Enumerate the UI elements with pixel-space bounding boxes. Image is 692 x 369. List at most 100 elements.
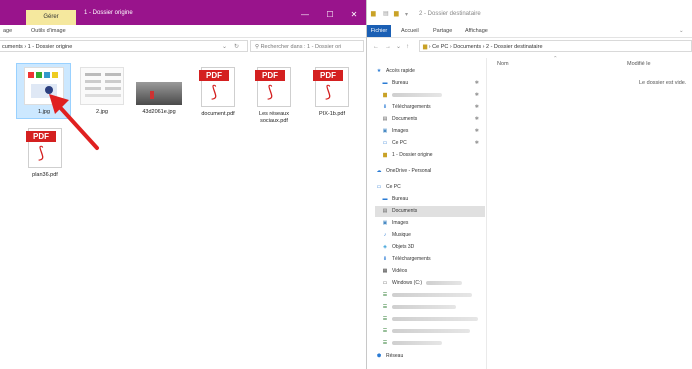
new-folder-icon[interactable]: ▆ — [394, 10, 399, 17]
title-bar[interactable]: ▆ ▤ ▆ ▾ 2 - Dossier destinataire — [367, 0, 692, 26]
pdf-badge: PDF — [313, 70, 343, 81]
destination-window: ▆ ▤ ▆ ▾ 2 - Dossier destinataire Fichier… — [367, 0, 692, 369]
photo-thumbnail — [136, 67, 182, 105]
nav-item[interactable]: ⬇ Téléchargements — [381, 254, 485, 265]
nav-item[interactable]: ▭ Ce PC ✱ — [381, 138, 485, 149]
window-title: 2 - Dossier destinataire — [419, 11, 481, 17]
nav-item-drive[interactable]: ☰ — [381, 314, 485, 325]
nav-item-drive[interactable]: ☰ — [381, 290, 485, 301]
red-arrow-icon — [49, 94, 99, 150]
pdf-badge: PDF — [255, 70, 285, 81]
network-icon: ⬢ — [376, 353, 382, 359]
properties-icon[interactable]: ▤ — [383, 10, 389, 17]
images-icon: ▣ — [382, 220, 388, 226]
refresh-icon[interactable]: ↻ — [234, 40, 239, 54]
documents-icon: ▤ — [382, 116, 388, 122]
blurred-label — [392, 304, 456, 309]
nav-item-drive[interactable]: ☰ — [381, 302, 485, 313]
chevron-down-icon[interactable]: ⌄ — [679, 25, 684, 37]
column-header-name[interactable]: Nom — [497, 61, 509, 67]
nav-item-drive[interactable]: ☰ — [381, 326, 485, 337]
file-name: Les réseaux sociaux.pdf — [259, 111, 289, 124]
nav-item[interactable]: ⬇ Téléchargements ✱ — [381, 102, 485, 113]
file-name: 43d2061e.jpg — [142, 109, 176, 115]
pin-icon: ✱ — [474, 116, 479, 122]
file-item[interactable]: PDF ⟆ PIX-1b.pdf — [304, 67, 360, 118]
breadcrumb-this-pc[interactable]: Ce PC — [432, 44, 448, 50]
file-item[interactable]: 43d2061e.jpg — [131, 67, 187, 116]
folder-icon: ▆ — [383, 92, 387, 98]
network-drive-icon: ☰ — [382, 292, 388, 298]
nav-item[interactable]: ▆ ✱ — [381, 90, 485, 101]
nav-item-selected[interactable]: ▤ Documents — [375, 206, 485, 217]
ribbon-tab-file[interactable]: Fichier — [367, 25, 391, 37]
ribbon-tab-home[interactable]: Accueil — [401, 25, 419, 37]
nav-item[interactable]: ▬ Bureau — [381, 194, 485, 205]
network-drive-icon: ☰ — [382, 304, 388, 310]
ribbon-tab-view[interactable]: Affichage — [465, 25, 488, 37]
desktop-icon: ▬ — [382, 196, 388, 202]
blurred-label — [392, 92, 442, 97]
nav-this-pc[interactable]: ▭ Ce PC — [375, 182, 485, 193]
file-name: PIX-1b.pdf — [319, 111, 345, 117]
file-item[interactable]: PDF ⟆ document.pdf — [190, 67, 246, 118]
download-icon: ⬇ — [382, 256, 388, 262]
ribbon-tab-manage-page[interactable]: age — [3, 25, 12, 37]
column-header-modified[interactable]: Modifié le — [627, 61, 651, 67]
maximize-button[interactable]: ☐ — [323, 9, 337, 21]
ribbon-context-tab-manage[interactable]: Gérer — [26, 10, 76, 25]
nav-item[interactable]: ▣ Images — [381, 218, 485, 229]
search-input[interactable]: ⚲ Rechercher dans : 1 - Dossier ori — [250, 40, 364, 52]
empty-folder-message: Le dossier est vide. — [639, 80, 687, 86]
up-icon[interactable]: ↑ — [406, 40, 409, 54]
address-row: ← → ⌄ ↑ ▆ › Ce PC › Documents › 2 - Doss… — [367, 40, 692, 54]
nav-network[interactable]: ⬢ Réseau — [375, 351, 485, 362]
search-placeholder: Rechercher dans : 1 - Dossier ori — [260, 44, 342, 50]
breadcrumb-destination[interactable]: 2 - Dossier destinataire — [486, 44, 543, 50]
blurred-label — [392, 340, 442, 345]
pin-icon: ✱ — [474, 92, 479, 98]
close-button[interactable]: ✕ — [347, 9, 361, 21]
nav-onedrive[interactable]: ☁ OneDrive - Personal — [375, 166, 485, 177]
back-icon[interactable]: ← — [373, 40, 379, 54]
music-icon: ♪ — [383, 232, 387, 238]
star-icon: ★ — [376, 68, 382, 74]
nav-item[interactable]: ▭ Windows (C:) — [381, 278, 485, 289]
forward-icon[interactable]: → — [385, 40, 391, 54]
chevron-down-icon[interactable]: ▾ — [405, 11, 408, 18]
ribbon-tab-image-tools[interactable]: Outils d'image — [31, 25, 66, 37]
blurred-label — [392, 292, 472, 297]
nav-item[interactable]: ▦ Vidéos — [381, 266, 485, 277]
nav-item[interactable]: ▆ 1 - Dossier origine — [381, 150, 485, 161]
chevron-down-icon[interactable]: ⌄ — [222, 40, 227, 54]
sort-chevron-icon: ⌃ — [553, 56, 558, 62]
nav-item[interactable]: ◈ Objets 3D — [381, 242, 485, 253]
blurred-label — [426, 280, 463, 285]
address-bar[interactable]: ▆ › Ce PC › Documents › 2 - Dossier dest… — [419, 40, 692, 52]
documents-icon: ▤ — [382, 208, 388, 214]
download-icon: ⬇ — [382, 104, 388, 110]
nav-item[interactable]: ▣ Images ✱ — [381, 126, 485, 137]
nav-item[interactable]: ▤ Documents ✱ — [381, 114, 485, 125]
drive-icon: ▭ — [382, 280, 388, 286]
title-bar[interactable]: Gérer 1 - Dossier origine — ☐ ✕ — [0, 0, 366, 25]
pin-icon: ✱ — [474, 104, 479, 110]
nav-quick-access[interactable]: ★ Accès rapide — [375, 66, 485, 77]
nav-item[interactable]: ♪ Musique — [381, 230, 485, 241]
address-bar[interactable]: cuments › 1 - Dossier origine — [0, 40, 248, 52]
chevron-down-icon[interactable]: ⌄ — [396, 40, 401, 54]
pdf-icon: PDF ⟆ — [313, 67, 349, 107]
nav-item[interactable]: ▬ Bureau ✱ — [381, 78, 485, 89]
pdf-icon: PDF ⟆ — [199, 67, 235, 107]
breadcrumb-documents[interactable]: Documents — [453, 44, 481, 50]
nav-item-drive[interactable]: ☰ — [381, 338, 485, 349]
minimize-button[interactable]: — — [298, 9, 312, 21]
acrobat-swirl-icon: ⟆ — [267, 84, 274, 101]
pin-icon: ✱ — [474, 140, 479, 146]
pc-icon: ▭ — [382, 140, 388, 146]
pdf-badge: PDF — [199, 70, 229, 81]
ribbon-tab-share[interactable]: Partage — [433, 25, 452, 37]
images-icon: ▣ — [382, 128, 388, 134]
file-item[interactable]: PDF ⟆ Les réseaux sociaux.pdf — [246, 67, 302, 125]
blurred-label — [392, 328, 470, 333]
